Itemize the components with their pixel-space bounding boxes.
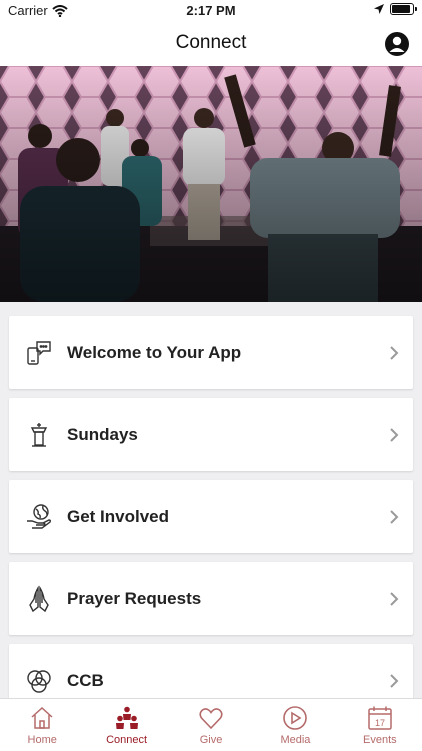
chevron-right-icon [390,509,399,524]
location-icon [374,4,384,14]
menu-item-get-involved[interactable]: Get Involved [9,480,413,553]
menu-item-label: Sundays [67,424,138,444]
tab-media[interactable]: Media [253,699,337,751]
people-icon [115,706,138,729]
tab-label: Media [280,734,311,746]
home-icon [31,706,53,729]
play-icon [283,706,308,730]
nav-bar: Connect [0,22,422,67]
chevron-right-icon [390,673,399,688]
praying-hands-icon [25,584,53,613]
tab-connect[interactable]: Connect [84,699,168,751]
calendar-icon: 17 [368,706,392,730]
status-icons [374,3,417,15]
tab-label: Connect [106,734,148,746]
clock: 2:17 PM [186,3,236,18]
hand-globe-icon [25,503,53,531]
svg-text:17: 17 [375,718,385,728]
tab-events[interactable]: 17 Events [338,699,422,751]
tab-label: Give [199,734,223,746]
pulpit-icon [25,421,53,449]
tab-home[interactable]: Home [0,699,84,751]
menu-item-label: Prayer Requests [67,588,202,608]
menu-item-sundays[interactable]: Sundays [9,398,413,471]
tab-label: Events [363,734,397,746]
menu-item-welcome[interactable]: Welcome to Your App [9,316,413,389]
menu-item-label: Get Involved [67,506,170,526]
phone-chat-icon [25,339,53,367]
profile-icon[interactable] [384,31,410,57]
tab-label: Home [27,734,57,746]
menu-item-label: Welcome to Your App [67,342,242,362]
tab-give[interactable]: Give [169,699,253,751]
hero-photo [0,66,422,302]
overlapping-circles-icon [25,667,53,695]
status-bar: Carrier 2:17 PM [0,0,422,22]
menu-list: Welcome to Your App Sundays Get Involved… [9,316,413,726]
menu-item-prayer-requests[interactable]: Prayer Requests [9,562,413,635]
chevron-right-icon [390,427,399,442]
worship-photo [0,66,422,302]
page-title: Connect [175,32,247,53]
menu-item-label: CCB [67,670,104,690]
heart-icon [199,708,223,730]
chevron-right-icon [390,591,399,606]
tab-bar: Home Connect Give Media 17 Events [0,698,422,751]
chevron-right-icon [390,345,399,360]
battery-icon [390,3,417,15]
